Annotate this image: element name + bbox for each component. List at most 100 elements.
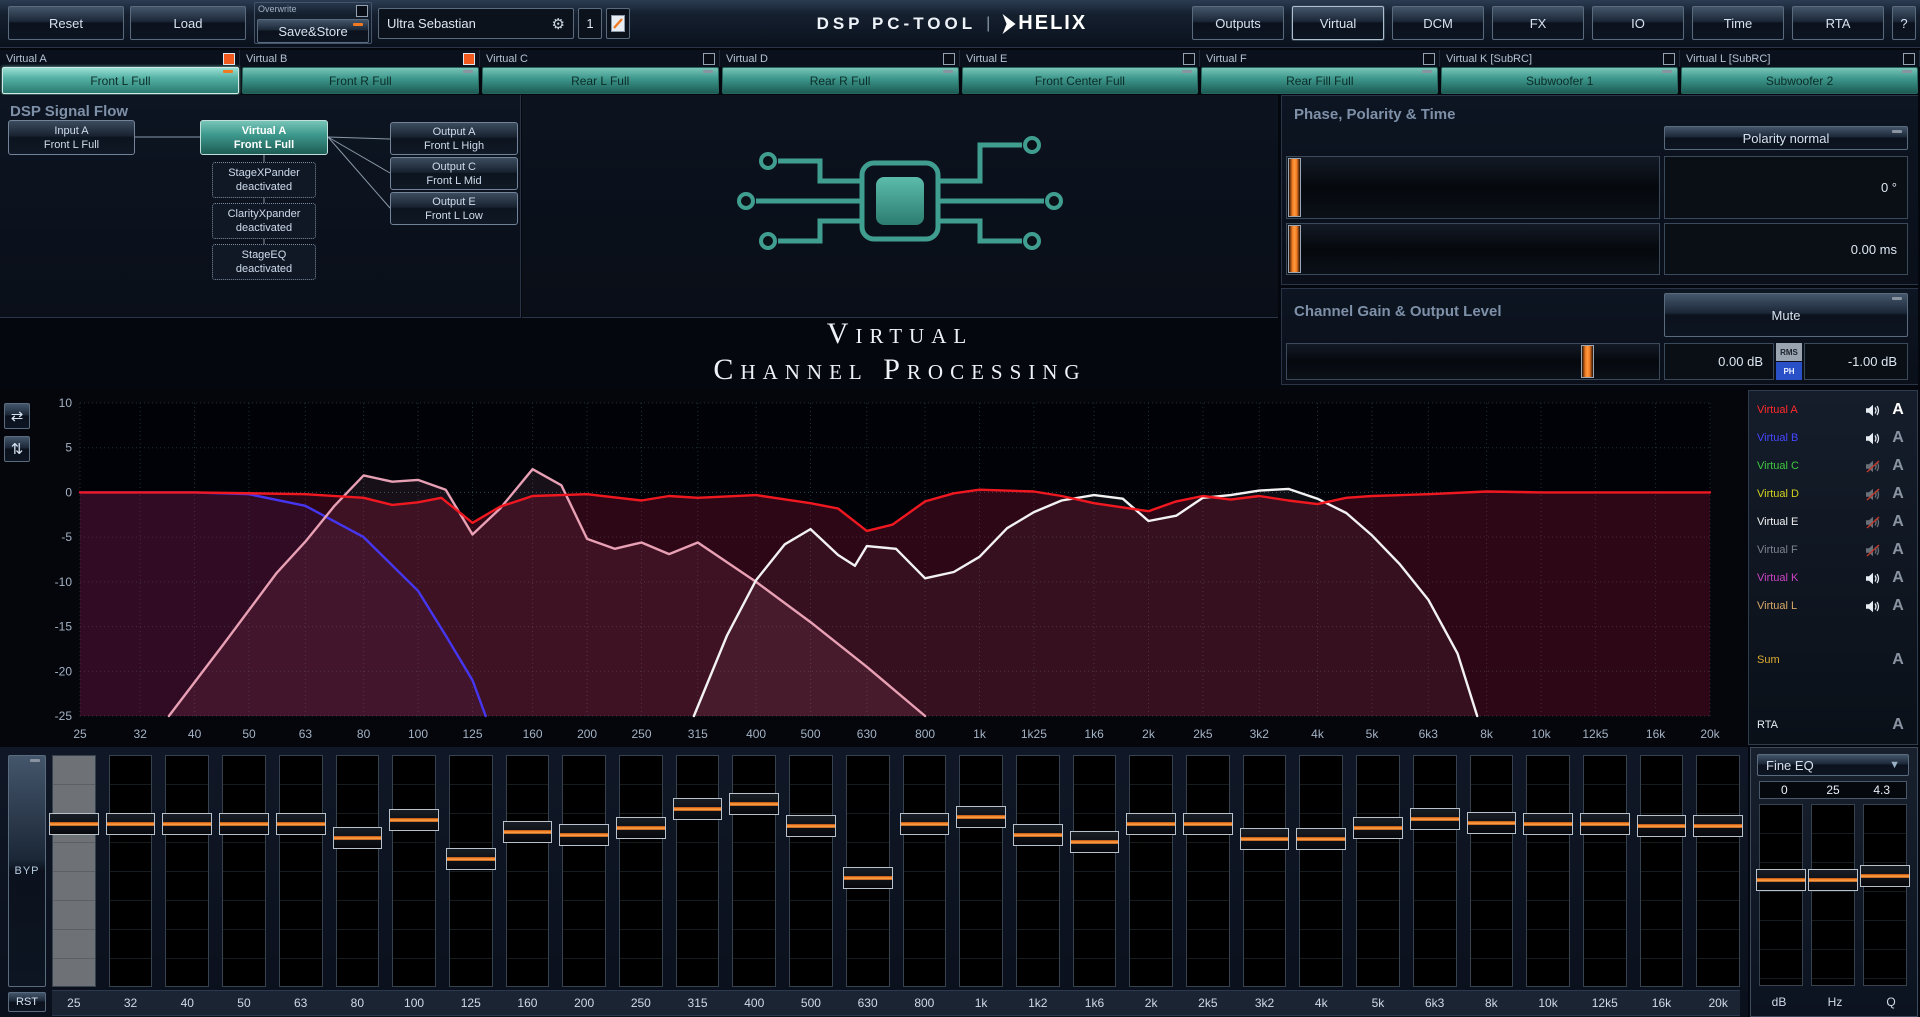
eq-band-handle[interactable]: [616, 817, 666, 839]
eq-band-handle[interactable]: [559, 824, 609, 846]
speaker-icon[interactable]: [1865, 432, 1881, 445]
help-button[interactable]: ?: [1892, 6, 1916, 40]
channel-button-rear-l-full[interactable]: Rear L Full: [482, 67, 719, 94]
eq-band-handle[interactable]: [1580, 813, 1630, 835]
zoom-horizontal-button[interactable]: ⇄: [4, 403, 30, 429]
load-button[interactable]: Load: [130, 6, 246, 40]
eq-band-handle[interactable]: [673, 798, 723, 820]
eq-band-handle[interactable]: [843, 867, 893, 889]
fine-eq-handle[interactable]: [1860, 865, 1910, 887]
speaker-muted-icon[interactable]: [1865, 544, 1881, 557]
legend-row-virtual-e[interactable]: Virtual E A: [1757, 508, 1909, 536]
channel-link-checkbox[interactable]: [703, 53, 715, 65]
channel-link-checkbox[interactable]: [1423, 53, 1435, 65]
channel-tab-2[interactable]: Virtual B: [240, 50, 480, 67]
eq-band-slider-400[interactable]: [732, 755, 776, 987]
eq-band-slider-2k5[interactable]: [1186, 755, 1230, 987]
eq-band-slider-10k[interactable]: [1526, 755, 1570, 987]
legend-row-virtual-b[interactable]: Virtual B A: [1757, 424, 1909, 452]
flow-output-c-box[interactable]: Output CFront L Mid: [390, 157, 518, 190]
phase-slider[interactable]: [1286, 156, 1660, 219]
eq-band-slider-50[interactable]: [222, 755, 266, 987]
flow-input-box[interactable]: Input AFront L Full: [8, 120, 135, 155]
monitor-a-button[interactable]: A: [1887, 597, 1909, 615]
monitor-a-button[interactable]: A: [1887, 485, 1909, 503]
time-value[interactable]: 0.00 ms: [1664, 223, 1908, 275]
eq-band-handle[interactable]: [1693, 815, 1743, 837]
flow-output-e-box[interactable]: Output EFront L Low: [390, 192, 518, 225]
setup-name-input[interactable]: Ultra Sebastian ⚙: [378, 8, 574, 39]
output-level-value[interactable]: -1.00 dB: [1804, 343, 1908, 380]
gain-value[interactable]: 0.00 dB: [1664, 343, 1774, 380]
eq-band-handle[interactable]: [900, 813, 950, 835]
flow-stageeq-box[interactable]: StageEQdeactivated: [212, 244, 316, 280]
nav-button-fx[interactable]: FX: [1492, 6, 1584, 40]
monitor-a-button[interactable]: A: [1887, 429, 1909, 447]
eq-band-slider-4k[interactable]: [1299, 755, 1343, 987]
legend-row-virtual-a[interactable]: Virtual A A: [1757, 396, 1909, 424]
eq-band-slider-80[interactable]: [336, 755, 380, 987]
eq-mode-dropdown[interactable]: Fine EQ ▼: [1757, 754, 1909, 776]
eq-band-slider-500[interactable]: [789, 755, 833, 987]
preset-number-field[interactable]: 1: [578, 8, 602, 39]
ph-mode-button[interactable]: PH: [1776, 362, 1802, 380]
rms-mode-button[interactable]: RMS: [1776, 343, 1802, 361]
eq-band-slider-160[interactable]: [506, 755, 550, 987]
nav-button-rta[interactable]: RTA: [1792, 6, 1884, 40]
monitor-a-button[interactable]: A: [1887, 541, 1909, 559]
speaker-muted-icon[interactable]: [1865, 460, 1881, 473]
legend-row-virtual-f[interactable]: Virtual F A: [1757, 536, 1909, 564]
channel-button-front-center-full[interactable]: Front Center Full: [962, 67, 1199, 94]
channel-tab-8[interactable]: Virtual L [SubRC]: [1680, 50, 1920, 67]
nav-button-dcm[interactable]: DCM: [1392, 6, 1484, 40]
eq-band-handle[interactable]: [786, 815, 836, 837]
channel-link-checkbox[interactable]: [223, 53, 235, 65]
eq-band-handle[interactable]: [219, 813, 269, 835]
channel-link-checkbox[interactable]: [463, 53, 475, 65]
legend-row-virtual-d[interactable]: Virtual D A: [1757, 480, 1909, 508]
eq-band-slider-250[interactable]: [619, 755, 663, 987]
eq-band-slider-1k[interactable]: [959, 755, 1003, 987]
legend-row-sum[interactable]: SumA: [1757, 646, 1909, 674]
eq-band-slider-6k3[interactable]: [1413, 755, 1457, 987]
monitor-a-button[interactable]: A: [1887, 513, 1909, 531]
eq-band-slider-16k[interactable]: [1640, 755, 1684, 987]
eq-band-handle[interactable]: [729, 793, 779, 815]
nav-button-virtual[interactable]: Virtual: [1292, 6, 1384, 40]
channel-link-checkbox[interactable]: [1663, 53, 1675, 65]
eq-band-slider-1k6[interactable]: [1073, 755, 1117, 987]
legend-row-virtual-k[interactable]: Virtual K A: [1757, 564, 1909, 592]
preset-note-button[interactable]: [606, 8, 630, 39]
eq-band-slider-315[interactable]: [676, 755, 720, 987]
eq-band-handle[interactable]: [276, 813, 326, 835]
monitor-a-button[interactable]: A: [1887, 569, 1909, 587]
channel-tab-7[interactable]: Virtual K [SubRC]: [1440, 50, 1680, 67]
legend-row-virtual-c[interactable]: Virtual C A: [1757, 452, 1909, 480]
eq-band-handle[interactable]: [1637, 815, 1687, 837]
channel-button-front-r-full[interactable]: Front R Full: [242, 67, 479, 94]
eq-band-slider-63[interactable]: [279, 755, 323, 987]
eq-band-handle[interactable]: [106, 813, 156, 835]
eq-bypass-button[interactable]: BYP: [8, 755, 46, 987]
eq-band-handle[interactable]: [1126, 813, 1176, 835]
nav-button-io[interactable]: IO: [1592, 6, 1684, 40]
eq-band-handle[interactable]: [333, 827, 383, 849]
polarity-button[interactable]: Polarity normal: [1664, 126, 1908, 150]
eq-reset-button[interactable]: RST: [8, 992, 46, 1012]
eq-band-slider-1k2[interactable]: [1016, 755, 1060, 987]
channel-link-checkbox[interactable]: [1903, 53, 1915, 65]
eq-band-slider-32[interactable]: [109, 755, 153, 987]
nav-button-outputs[interactable]: Outputs: [1192, 6, 1284, 40]
channel-tab-3[interactable]: Virtual C: [480, 50, 720, 67]
eq-band-slider-25[interactable]: [52, 755, 96, 987]
speaker-icon[interactable]: [1865, 572, 1881, 585]
fine-eq-slider-hz[interactable]: [1811, 804, 1855, 986]
gain-slider[interactable]: [1286, 343, 1660, 380]
eq-band-slider-5k[interactable]: [1356, 755, 1400, 987]
eq-band-slider-3k2[interactable]: [1243, 755, 1287, 987]
eq-band-handle[interactable]: [1296, 828, 1346, 850]
eq-band-handle[interactable]: [1523, 813, 1573, 835]
speaker-muted-icon[interactable]: [1865, 488, 1881, 501]
flow-output-a-box[interactable]: Output AFront L High: [390, 122, 518, 155]
channel-button-rear-r-full[interactable]: Rear R Full: [722, 67, 959, 94]
